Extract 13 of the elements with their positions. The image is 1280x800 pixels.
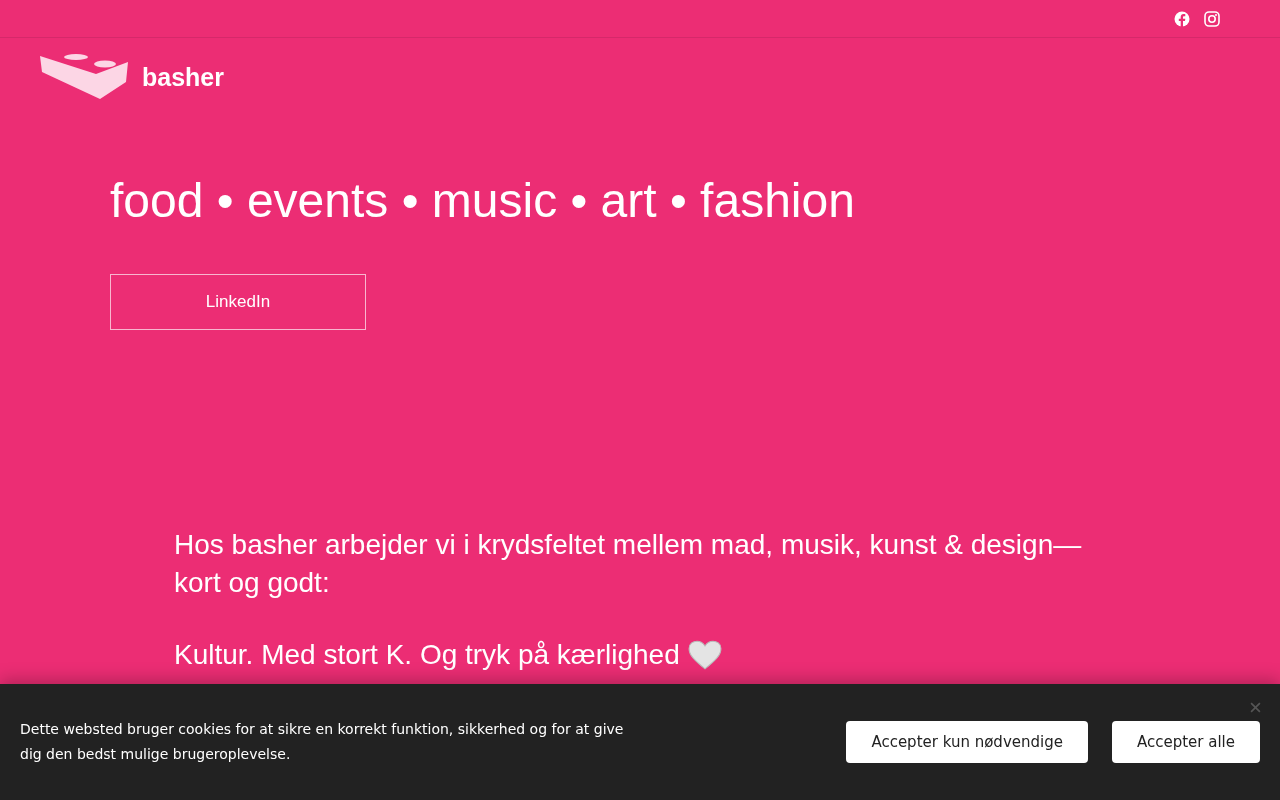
headline: food • events • music • art • fashion (110, 173, 856, 229)
cookie-text: Dette websted bruger cookies for at sikre en korrekt funktion, sikkerhed og for at give dig den bedst mulige brugeroplevelse. (20, 720, 625, 764)
intro-text: Hos basher arbejder vi i krydsfeltet mellem mad, musik, kunst & design—kort og godt: (174, 528, 1083, 601)
brand-name[interactable]: basher (142, 62, 224, 92)
facebook-icon[interactable] (1174, 10, 1190, 27)
heart-icon (687, 640, 722, 671)
instagram-icon[interactable] (1204, 10, 1220, 27)
logo-icon[interactable] (40, 52, 130, 102)
accept-button[interactable]: Accepter alle (1111, 721, 1260, 763)
accept-button[interactable]: Accepter kun nødvendige (846, 721, 1088, 763)
intro-text: Kultur. Med stort K. Og tryk på kærlighed (174, 638, 680, 673)
close-icon[interactable] (1250, 702, 1261, 713)
linkedin-button[interactable]: LinkedIn (110, 274, 366, 331)
